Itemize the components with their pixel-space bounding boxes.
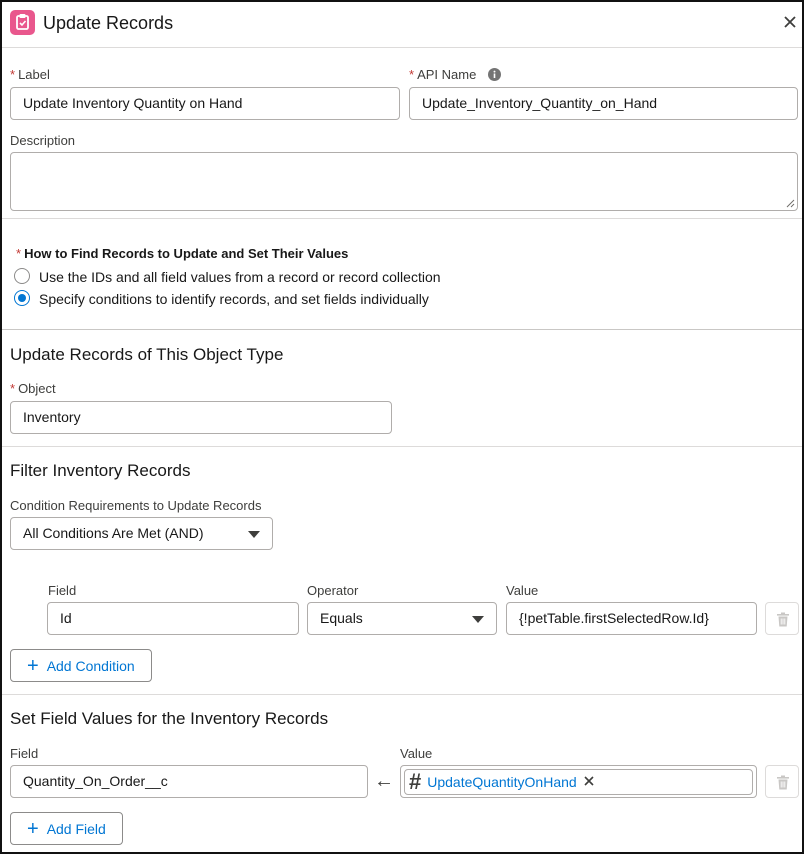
radio-specify-conditions-label[interactable]: Specify conditions to identify records, … (39, 291, 429, 307)
radio-specify-conditions[interactable] (14, 290, 30, 306)
resize-handle-icon[interactable] (785, 198, 795, 208)
condition-requirements-select[interactable]: All Conditions Are Met (AND) (10, 517, 273, 550)
object-field-label: * Object (10, 381, 56, 396)
delete-field-button[interactable] (765, 765, 799, 798)
info-icon[interactable] (487, 67, 501, 84)
condition-field-input[interactable]: Id (47, 602, 299, 635)
filter-section-title: Filter Inventory Records (10, 461, 191, 480)
caret-down-icon (248, 531, 260, 538)
set-fields-section-title: Set Field Values for the Inventory Recor… (10, 709, 329, 728)
set-field-label: Field (10, 746, 39, 761)
condition-value-input[interactable]: {!petTable.firstSelectedRow.Id} (506, 602, 757, 635)
condition-operator-header: Operator (307, 583, 359, 598)
divider (2, 218, 802, 219)
value-pill[interactable]: # UpdateQuantityOnHand (404, 769, 753, 795)
description-textarea[interactable] (10, 152, 798, 211)
delete-condition-button[interactable] (765, 602, 799, 635)
condition-field-header: Field (48, 583, 77, 598)
caret-down-icon (472, 616, 484, 623)
hash-icon: # (409, 769, 422, 794)
condition-value-header: Value (506, 583, 539, 598)
plus-icon: + (27, 654, 39, 677)
set-value-input[interactable]: # UpdateQuantityOnHand (400, 765, 757, 798)
set-field-input[interactable]: Quantity_On_Order__c (10, 765, 368, 798)
how-to-find-label: * How to Find Records to Update and Set T… (16, 246, 349, 261)
modal-title: Update Records (43, 13, 174, 33)
trash-icon (777, 775, 789, 790)
plus-icon: + (27, 817, 39, 840)
set-value-label: Value (400, 746, 433, 761)
divider (2, 329, 802, 330)
add-condition-button[interactable]: + Add Condition (10, 649, 152, 682)
condition-operator-select[interactable]: Equals (307, 602, 497, 635)
trash-icon (777, 612, 789, 627)
api-name-field-label: * API Name (409, 67, 501, 84)
object-input[interactable]: Inventory (10, 401, 392, 434)
modal-header: Update Records (2, 2, 802, 48)
divider (2, 446, 802, 447)
remove-pill-icon[interactable] (583, 767, 595, 798)
radio-use-ids-label[interactable]: Use the IDs and all field values from a … (39, 269, 441, 285)
api-name-input[interactable]: Update_Inventory_Quantity_on_Hand (409, 87, 798, 120)
divider (2, 694, 802, 695)
arrow-left-icon: ← (374, 770, 394, 792)
object-section-title: Update Records of This Object Type (10, 345, 284, 364)
add-field-button[interactable]: + Add Field (10, 812, 123, 845)
label-input[interactable]: Update Inventory Quantity on Hand (10, 87, 400, 120)
condition-requirements-label: Condition Requirements to Update Records (10, 498, 262, 513)
label-field-label: * Label (10, 67, 50, 82)
close-icon[interactable] (780, 12, 800, 32)
update-records-modal: Update Records * Label Update Inventory Q… (0, 0, 804, 854)
description-label: Description (10, 133, 76, 148)
clipboard-icon (10, 10, 35, 35)
radio-use-ids[interactable] (14, 268, 30, 284)
